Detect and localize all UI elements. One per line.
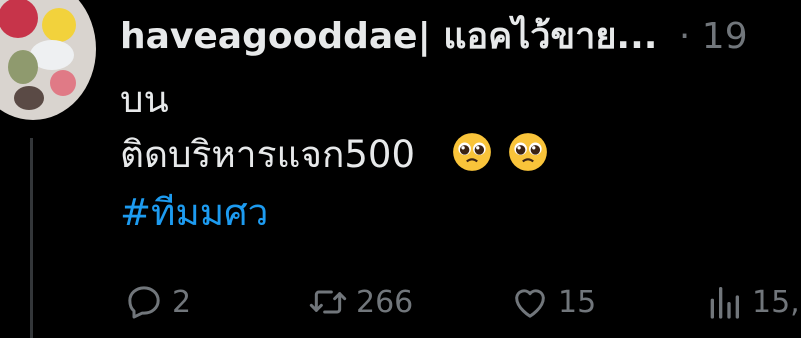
author-name[interactable]: haveagooddae| แอคไว้ขาย... xyxy=(120,16,657,57)
emoji-group xyxy=(451,131,551,186)
thread-line xyxy=(30,138,33,338)
views-count: 15, xyxy=(752,284,800,320)
views-button[interactable]: 15, xyxy=(704,274,800,330)
hashtag-row: #ทีมมศว xyxy=(120,188,268,238)
pleading-face-emoji-icon xyxy=(508,133,547,171)
pleading-face-emoji-icon xyxy=(452,133,491,171)
tweet-text-line-1: บน xyxy=(120,78,169,121)
tweet-header: haveagooddae| แอคไว้ขาย... · 19 xyxy=(120,12,801,62)
heart-icon xyxy=(515,289,545,318)
action-bar: 2 266 15 15, xyxy=(120,274,801,330)
retweet-icon xyxy=(309,290,347,314)
reply-button[interactable]: 2 xyxy=(124,274,191,330)
separator-dot: · xyxy=(678,16,691,57)
hashtag-link[interactable]: #ทีมมศว xyxy=(120,191,268,234)
views-chart-icon xyxy=(710,287,739,319)
retweet-button[interactable]: 266 xyxy=(308,274,413,330)
reply-icon xyxy=(128,286,160,319)
tweet-text-line-2-row: ติดบริหารแจก500 xyxy=(120,130,551,186)
retweet-count: 266 xyxy=(356,284,414,320)
like-count: 15 xyxy=(558,284,597,320)
tweet-text-line-2: ติดบริหารแจก500 xyxy=(120,133,416,176)
avatar[interactable] xyxy=(0,0,96,120)
reply-count: 2 xyxy=(172,284,192,320)
timestamp[interactable]: 19 xyxy=(702,16,748,57)
like-button[interactable]: 15 xyxy=(510,274,596,330)
